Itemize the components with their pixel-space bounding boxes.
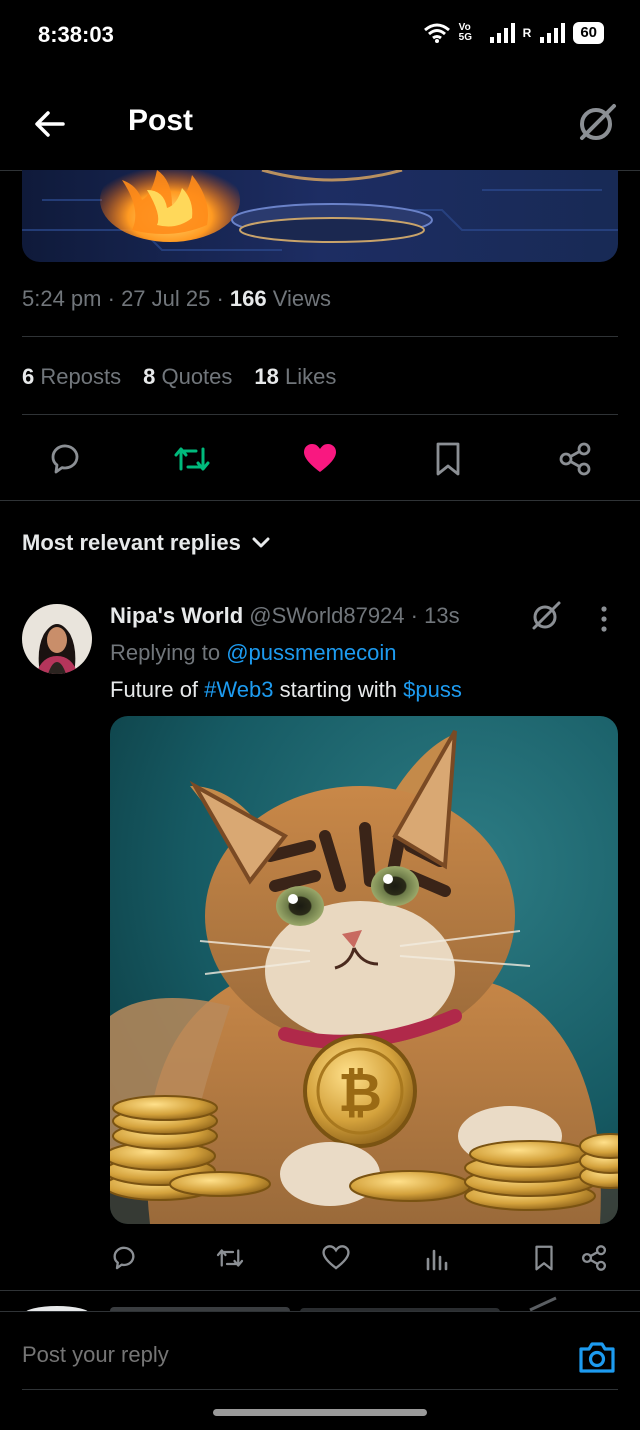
page-title: Post — [128, 104, 194, 137]
sim2-label: R — [522, 26, 532, 40]
svg-text:₿: ₿ — [338, 1061, 382, 1124]
status-time: 8:38:03 — [38, 22, 114, 47]
wifi-icon — [423, 23, 450, 43]
divider — [22, 414, 618, 415]
bookmark-icon — [535, 1245, 553, 1271]
reply-more-button[interactable] — [592, 604, 616, 634]
reply-media-image[interactable]: ₿ — [110, 716, 618, 1224]
reply-grok-button[interactable] — [528, 598, 564, 634]
post-media-image[interactable] — [22, 170, 618, 262]
replying-to-link[interactable]: @pussmemecoin — [226, 640, 396, 665]
reply-share-button[interactable] — [574, 1238, 614, 1278]
cashtag-link[interactable]: $puss — [403, 677, 462, 702]
grok-icon — [580, 104, 616, 140]
avatar[interactable] — [22, 604, 92, 674]
share-icon — [559, 442, 591, 476]
repost-icon — [216, 1249, 244, 1267]
reply-reply-button[interactable] — [104, 1238, 144, 1278]
grok-icon — [532, 601, 561, 630]
reply-views-button[interactable] — [417, 1238, 457, 1278]
chevron-down-icon — [252, 537, 270, 548]
divider — [0, 500, 640, 501]
post-stats: 6 Reposts 8 Quotes 18 Likes — [22, 364, 336, 390]
grok-button[interactable] — [574, 100, 620, 146]
reply-like-button[interactable] — [316, 1238, 356, 1278]
reply-text: Future of #Web3 starting with $puss — [110, 677, 462, 702]
post-time: 5:24 pm — [22, 286, 102, 311]
reply-repost-button[interactable] — [210, 1238, 250, 1278]
battery-indicator: 60 — [573, 22, 604, 44]
replying-to-line: Replying to @pussmemecoin — [110, 640, 397, 665]
reply-age: 13s — [424, 603, 460, 628]
reply-input[interactable] — [22, 1342, 542, 1368]
share-button[interactable] — [552, 436, 598, 482]
replies-sort-label: Most relevant replies — [22, 530, 241, 555]
views-icon — [426, 1249, 448, 1271]
views-count: 166 — [229, 286, 267, 311]
hashtag-link[interactable]: #Web3 — [204, 677, 273, 702]
reposts-stat[interactable]: 6 Reposts — [22, 364, 121, 390]
repost-button[interactable] — [169, 436, 215, 482]
reply-header: Nipa's World @SWorld87924 · 13s — [110, 603, 460, 628]
signal-icon-2 — [540, 23, 566, 43]
likes-stat[interactable]: 18 Likes — [254, 364, 336, 390]
bookmark-button[interactable] — [425, 436, 471, 482]
heart-icon — [322, 1245, 350, 1270]
bookmark-icon — [436, 442, 460, 476]
reply-author-name[interactable]: Nipa's World — [110, 603, 243, 628]
arrow-left-icon — [35, 111, 65, 137]
network-label: Vo 5G — [458, 22, 472, 43]
reply-action-bar — [110, 1238, 618, 1278]
signal-icon — [489, 23, 515, 43]
views-label: Views — [272, 286, 332, 311]
like-button[interactable] — [297, 436, 343, 482]
status-icons: Vo 5G R 60 — [423, 22, 604, 44]
repost-icon — [174, 447, 210, 471]
reply-icon — [51, 444, 79, 474]
post-action-bar — [22, 436, 618, 482]
divider — [22, 336, 618, 337]
divider — [0, 1290, 640, 1291]
reply-author-handle[interactable]: @SWorld87924 — [249, 603, 404, 628]
camera-icon — [579, 1342, 615, 1373]
reply-bookmark-button[interactable] — [524, 1238, 564, 1278]
heart-icon — [304, 444, 336, 472]
home-indicator[interactable] — [213, 1409, 427, 1416]
compose-underline — [22, 1389, 618, 1390]
top-app-bar — [0, 72, 640, 171]
share-icon — [581, 1245, 607, 1271]
back-button[interactable] — [30, 104, 70, 144]
post-date: 27 Jul 25 — [121, 286, 211, 311]
next-reply-peek — [0, 1292, 640, 1312]
quotes-stat[interactable]: 8 Quotes — [143, 364, 232, 390]
post-timestamp-line: 5:24 pm · 27 Jul 25 · 166 Views — [22, 286, 332, 311]
camera-button[interactable] — [576, 1336, 618, 1378]
reply-icon — [113, 1246, 135, 1270]
replies-sort-dropdown[interactable]: Most relevant replies — [22, 530, 271, 556]
reply-button[interactable] — [42, 436, 88, 482]
more-vertical-icon — [601, 606, 607, 632]
